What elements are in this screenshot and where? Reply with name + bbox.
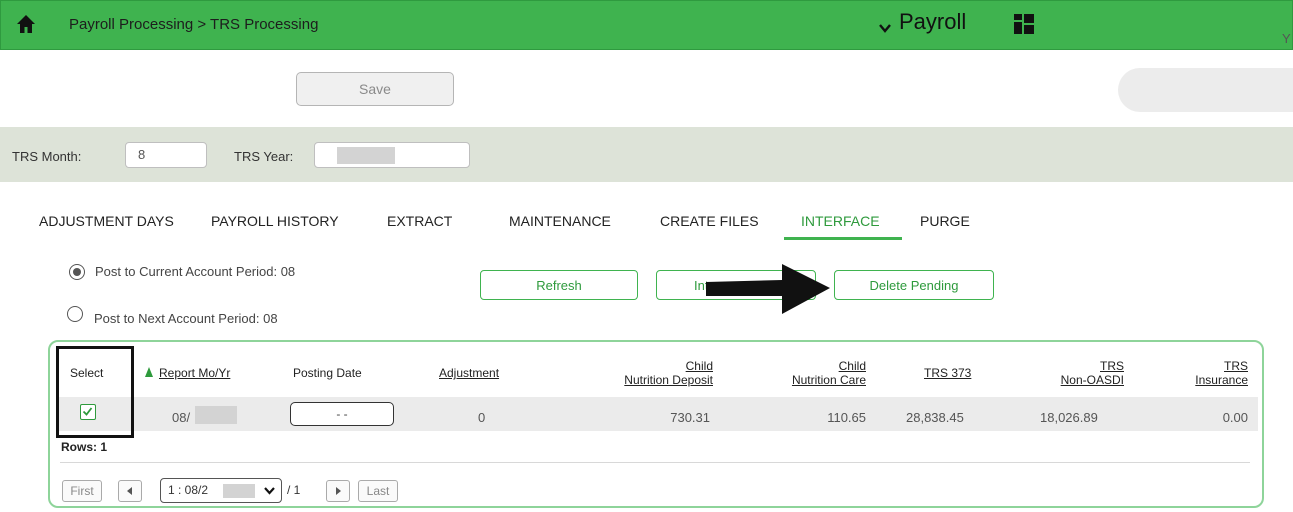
col-header-cnd-line1: Child — [685, 359, 713, 373]
tab-interface[interactable]: INTERFACE — [801, 213, 880, 229]
apps-grid-icon[interactable] — [1013, 13, 1035, 35]
trs-month-field[interactable]: 8 — [125, 142, 207, 168]
col-header-tins-line1: TRS — [1224, 359, 1248, 373]
redacted-page-year — [223, 484, 255, 498]
col-header-trs-373[interactable]: TRS 373 — [924, 366, 971, 380]
select-column-highlight — [56, 346, 134, 438]
tab-payroll-history[interactable]: PAYROLL HISTORY — [211, 213, 339, 229]
home-icon[interactable] — [15, 13, 37, 35]
tab-purge[interactable]: PURGE — [920, 213, 970, 229]
cell-trs-insurance: 0.00 — [1222, 410, 1248, 425]
col-header-report-mo-yr[interactable]: Report Mo/Yr — [159, 366, 230, 380]
col-header-adjustment-text: Adjustment — [439, 366, 500, 380]
next-page-button[interactable] — [326, 480, 350, 502]
redacted-report-year — [195, 406, 237, 424]
col-header-child-nutrition-care[interactable]: Child Nutrition Care — [763, 359, 866, 387]
col-header-tno-line1: TRS — [1100, 359, 1124, 373]
toolbar: Save — [0, 50, 1293, 127]
tab-adjustment-days[interactable]: ADJUSTMENT DAYS — [39, 213, 174, 229]
posting-date-field[interactable]: - - — [290, 402, 394, 426]
refresh-button[interactable]: Refresh — [480, 270, 638, 300]
rows-count: Rows: 1 — [61, 440, 108, 454]
caret-right-icon — [336, 487, 341, 495]
cell-trs-373: 28,838.45 — [906, 410, 964, 425]
tab-create-files[interactable]: CREATE FILES — [660, 213, 759, 229]
cell-child-nutrition-deposit: 730.31 — [670, 410, 710, 425]
search-pill-text: Y — [1282, 31, 1291, 46]
search-pill[interactable] — [1118, 68, 1293, 112]
col-header-trs-insurance[interactable]: TRS Insurance — [1160, 359, 1248, 387]
page-select[interactable]: 1 : 08/2 — [160, 478, 282, 503]
last-page-button[interactable]: Last — [358, 480, 398, 502]
tab-maintenance[interactable]: MAINTENANCE — [509, 213, 611, 229]
current-period-label: Post to Current Account Period: 08 — [95, 264, 296, 279]
chevron-down-icon[interactable] — [877, 20, 893, 36]
current-period-radio[interactable] — [69, 264, 85, 280]
col-header-tno-line2: Non-OASDI — [1060, 373, 1124, 387]
col-header-report-mo-yr-text: Report Mo/Yr — [159, 366, 231, 380]
save-button[interactable]: Save — [296, 72, 454, 106]
cell-trs-non-oasdi: 18,026.89 — [1040, 410, 1098, 425]
tab-extract[interactable]: EXTRACT — [387, 213, 452, 229]
active-tab-indicator — [784, 237, 902, 240]
trs-month-label: TRS Month: — [12, 149, 82, 164]
col-header-trs-373-text: TRS 373 — [924, 366, 972, 380]
first-page-button[interactable]: First — [62, 480, 102, 502]
caret-left-icon — [127, 487, 132, 495]
col-header-cnc-line1: Child — [838, 359, 866, 373]
col-header-cnc-line2: Nutrition Care — [791, 373, 866, 387]
col-header-child-nutrition-deposit[interactable]: Child Nutrition Deposit — [580, 359, 713, 387]
next-period-label: Post to Next Account Period: 08 — [94, 311, 278, 326]
arrow-pointer-icon — [706, 264, 830, 314]
cell-adjustment: 0 — [478, 410, 486, 425]
col-header-adjustment[interactable]: Adjustment — [439, 366, 499, 380]
delete-pending-button[interactable]: Delete Pending — [834, 270, 994, 300]
sort-asc-icon[interactable] — [145, 366, 153, 378]
prev-page-button[interactable] — [118, 480, 142, 502]
cell-child-nutrition-care: 110.65 — [827, 410, 866, 425]
next-period-radio[interactable] — [67, 306, 83, 322]
page-total: / 1 — [287, 483, 301, 497]
col-header-cnd-line2: Nutrition Deposit — [624, 373, 713, 387]
col-header-trs-non-oasdi[interactable]: TRS Non-OASDI — [1034, 359, 1124, 387]
breadcrumb[interactable]: Payroll Processing > TRS Processing — [69, 16, 318, 33]
page-select-value: 1 : 08/2 — [168, 483, 209, 497]
trs-year-label: TRS Year: — [234, 149, 294, 164]
module-name[interactable]: Payroll — [899, 9, 966, 35]
col-header-tins-line2: Insurance — [1195, 373, 1248, 387]
redacted-year — [337, 147, 395, 164]
top-navigation-bar: Payroll Processing > TRS Processing Payr… — [0, 0, 1293, 50]
pager-divider — [60, 462, 1250, 463]
cell-report-mo-yr: 08/ — [172, 410, 191, 425]
chevron-down-icon — [264, 487, 275, 495]
col-header-posting-date: Posting Date — [293, 366, 362, 380]
